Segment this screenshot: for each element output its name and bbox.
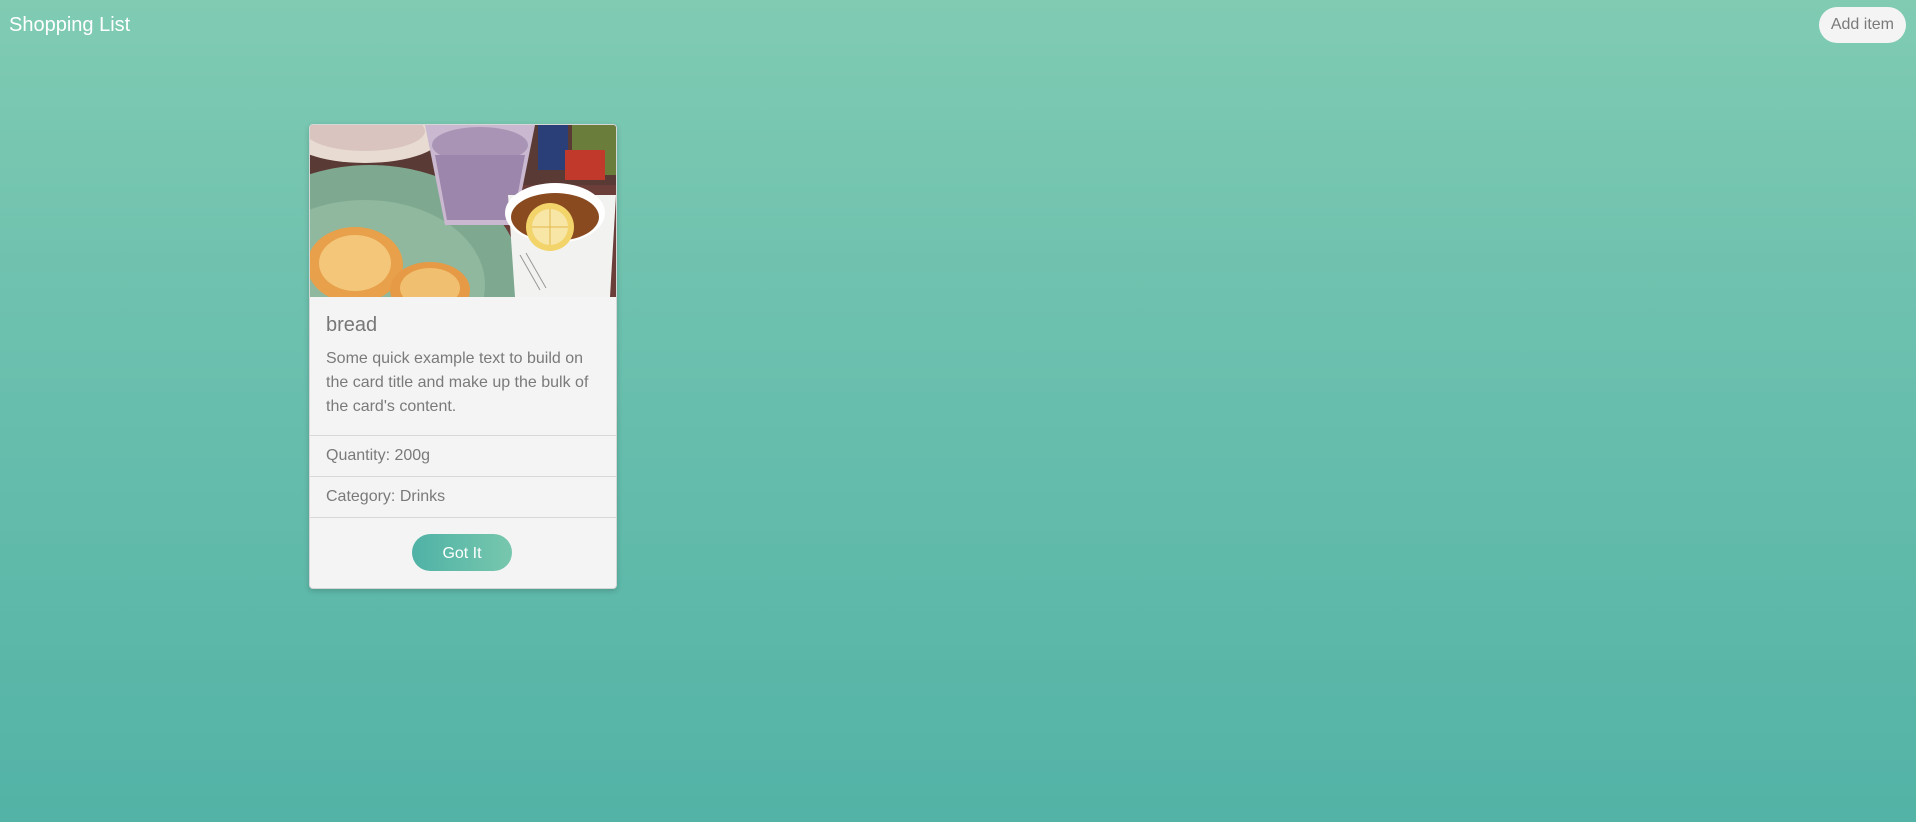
app-title[interactable]: Shopping List xyxy=(9,13,130,37)
item-card: bread Some quick example text to build o… xyxy=(309,124,617,589)
add-item-button[interactable]: Add item xyxy=(1818,7,1906,43)
item-title: bread xyxy=(326,314,378,336)
item-category: Category: Drinks xyxy=(310,476,616,517)
got-it-button[interactable]: Got It xyxy=(412,534,512,571)
item-description: Some quick example text to build on the … xyxy=(326,350,589,415)
card-footer: Got It xyxy=(310,517,616,588)
navbar: Shopping List Add item xyxy=(0,0,1916,50)
card-body: bread Some quick example text to build o… xyxy=(310,297,616,435)
food-photo-image xyxy=(310,125,616,297)
item-quantity: Quantity: 200g xyxy=(310,435,616,476)
